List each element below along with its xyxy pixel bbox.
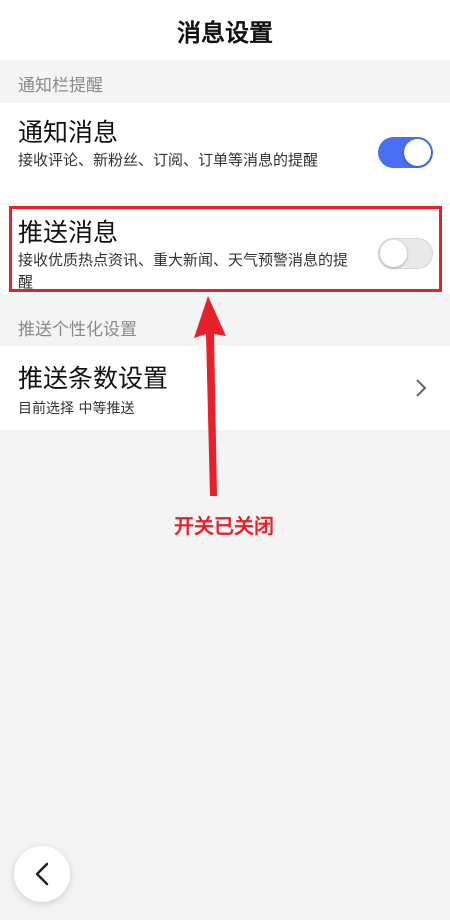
- push-count-title: 推送条数设置: [18, 364, 169, 393]
- annotation-text: 开关已关闭: [174, 514, 274, 538]
- notify-message-toggle[interactable]: [378, 137, 433, 168]
- back-button[interactable]: [14, 846, 70, 902]
- chevron-right-icon: [416, 379, 427, 397]
- notify-message-title: 通知消息: [18, 118, 119, 147]
- page-title: 消息设置: [177, 18, 273, 47]
- section-label-push-personal: 推送个性化设置: [18, 320, 137, 340]
- chevron-left-icon: [35, 862, 49, 886]
- toggle-knob: [404, 139, 431, 166]
- notify-message-row: 通知消息 接收评论、新粉丝、订阅、订单等消息的提醒: [0, 103, 450, 203]
- top-bar: 消息设置: [0, 0, 450, 60]
- section-label-notify-bar: 通知栏提醒: [18, 76, 103, 96]
- annotation-arrow-icon: [194, 296, 226, 496]
- annotation-highlight-box: [9, 206, 442, 292]
- notify-message-desc: 接收评论、新粉丝、订阅、订单等消息的提醒: [18, 151, 319, 169]
